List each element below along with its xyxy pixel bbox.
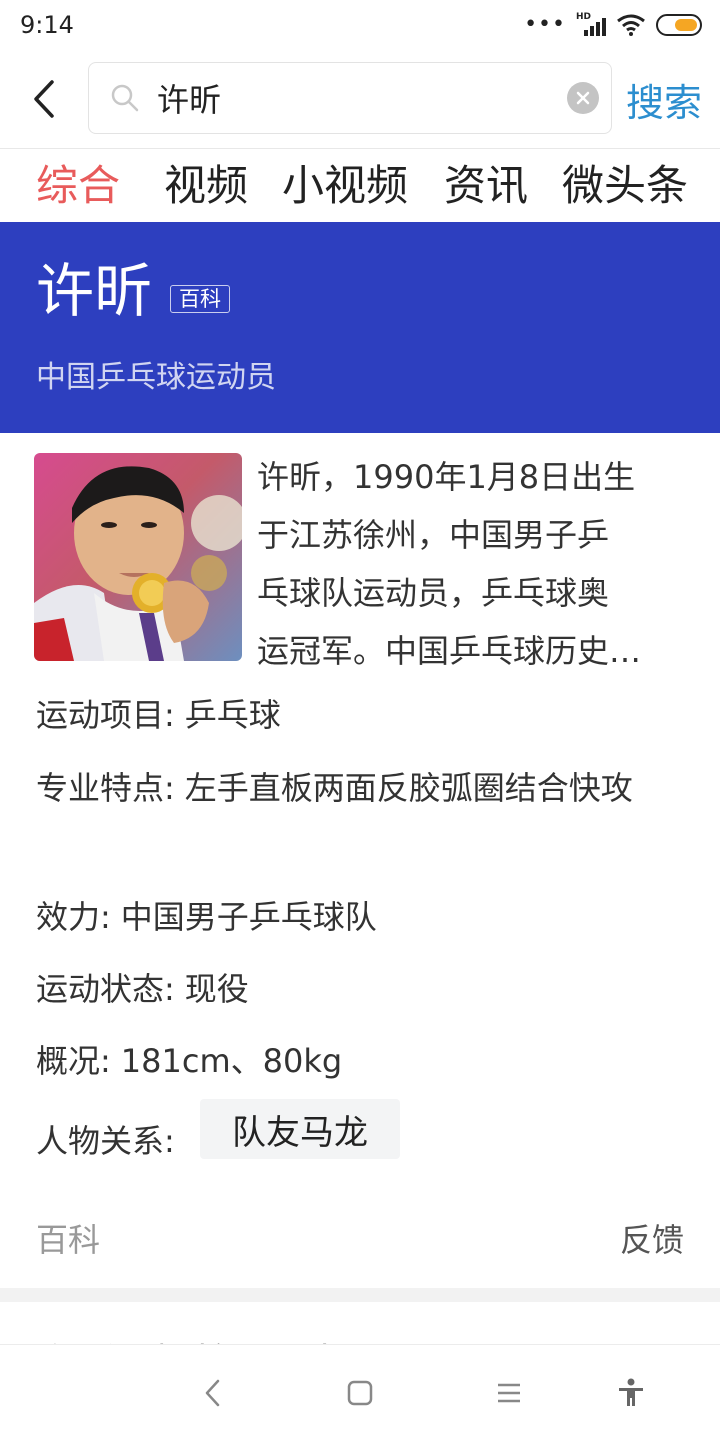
nav-menu-icon (498, 1383, 520, 1403)
section-separator (0, 1288, 720, 1302)
back-chevron-icon (34, 80, 54, 118)
source-link[interactable]: 百科 (36, 1215, 100, 1261)
info-team: 效力: 中国男子乒乓球队 (36, 892, 377, 938)
notification-dots-icon: ••• (524, 12, 566, 37)
info-label: 专业特点: (36, 769, 175, 807)
hero-subtitle: 中国乒乓球运动员 (36, 360, 276, 395)
info-label: 效力: (36, 898, 111, 936)
tab-video[interactable]: 视频 (164, 162, 248, 209)
info-specialty: 专业特点: 左手直板两面反胶弧圈结合快攻 (36, 760, 686, 816)
nav-home-icon (347, 1380, 373, 1406)
back-button[interactable] (0, 50, 88, 148)
info-sport: 运动项目: 乒乓球 (36, 690, 281, 736)
wifi-icon (617, 14, 645, 36)
info-label: 运动状态: (36, 970, 175, 1008)
info-label: 人物关系: (36, 1122, 175, 1160)
signal-icon: HD (576, 12, 606, 36)
tab-micro-headlines[interactable]: 微头条 (562, 162, 688, 209)
encyclopedia-badge: 百科 (170, 285, 230, 313)
status-time: 9:14 (20, 11, 74, 39)
nav-back-button[interactable] (193, 1373, 233, 1413)
summary-text[interactable]: 许昕，1990年1月8日出生 于江苏徐州，中国男子乒 乓球队运动员，乒乓球奥 运… (257, 448, 687, 680)
info-value: 乒乓球 (184, 696, 281, 734)
search-box[interactable]: 许昕 (88, 62, 612, 134)
summary-line: 于江苏徐州，中国男子乒 (257, 516, 610, 554)
tab-short-video[interactable]: 小视频 (282, 162, 408, 209)
summary-line: 许昕，1990年1月8日出生 (257, 458, 636, 496)
summary-line: 运冠军。中国乒乓球历史… (257, 632, 642, 670)
battery-icon (656, 14, 702, 36)
info-label: 运动项目: (36, 696, 175, 734)
nav-menu-button[interactable] (489, 1373, 529, 1413)
system-nav-bar (0, 1344, 720, 1440)
accessibility-button[interactable] (611, 1373, 651, 1413)
search-header: 许昕 搜索 (0, 50, 720, 148)
status-icons: ••• HD (524, 12, 702, 37)
info-status: 运动状态: 现役 (36, 964, 249, 1010)
search-input[interactable]: 许昕 (157, 75, 567, 121)
info-value: 中国男子乒乓球队 (120, 898, 377, 936)
status-bar: 9:14 ••• HD (0, 0, 720, 50)
info-value: 181cm、80kg (120, 1042, 343, 1080)
info-value: 左手直板两面反胶弧圈结合快攻 (184, 769, 633, 807)
info-relations: 人物关系: (36, 1116, 175, 1162)
info-label: 概况: (36, 1042, 111, 1080)
search-icon (111, 84, 139, 112)
clear-icon[interactable] (567, 82, 599, 114)
nav-home-button[interactable] (340, 1373, 380, 1413)
tab-bar: 综合 视频 小视频 资讯 微头条 (0, 149, 720, 222)
tab-comprehensive[interactable]: 综合 (36, 162, 120, 209)
info-value: 现役 (184, 970, 249, 1008)
relation-chip[interactable]: 队友马龙 (200, 1099, 400, 1159)
hero-title: 许昕 (36, 257, 153, 325)
next-result-title: 许昕 被 拉 朋 友 (36, 1332, 352, 1344)
hero-banner[interactable]: 许昕 百科 中国乒乓球运动员 (0, 222, 720, 433)
search-button[interactable]: 搜索 (626, 50, 702, 148)
athlete-photo[interactable] (34, 453, 242, 661)
summary-line: 乓球队运动员，乒乓球奥 (257, 574, 610, 612)
accessibility-icon (619, 1378, 643, 1406)
info-overview: 概况: 181cm、80kg (36, 1036, 342, 1082)
feedback-button[interactable]: 反馈 (620, 1215, 684, 1261)
next-result-peek[interactable]: 许昕 被 拉 朋 友 (0, 1302, 720, 1344)
tab-news[interactable]: 资讯 (444, 162, 528, 209)
nav-back-icon (205, 1379, 220, 1407)
